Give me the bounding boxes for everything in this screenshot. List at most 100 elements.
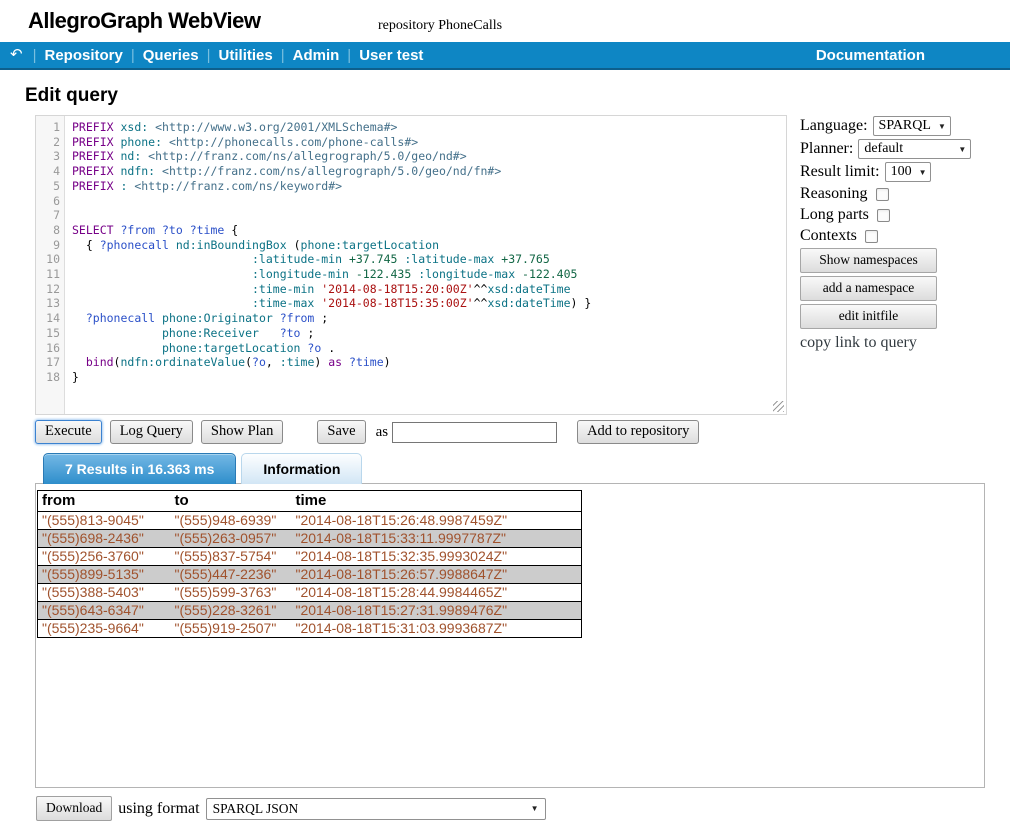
action-row: Execute Log Query Show Plan Save as Add … bbox=[35, 420, 707, 444]
nav-item-admin[interactable]: Admin bbox=[293, 47, 340, 64]
table-cell: "2014-08-18T15:27:31.9989476Z" bbox=[292, 602, 582, 620]
language-label: Language: bbox=[800, 117, 868, 135]
line-number: 17 bbox=[36, 355, 60, 370]
chevron-down-icon: ▼ bbox=[958, 145, 966, 154]
show-plan-button[interactable]: Show Plan bbox=[201, 420, 283, 444]
result-limit-select[interactable]: 100 ▼ bbox=[885, 162, 932, 182]
line-number: 15 bbox=[36, 326, 60, 341]
table-header-row: fromtotime bbox=[38, 491, 582, 512]
table-cell: "(555)643-6347" bbox=[38, 602, 171, 620]
editor-gutter: 123456789101112131415161718 bbox=[36, 116, 65, 414]
log-query-button[interactable]: Log Query bbox=[110, 420, 193, 444]
webview-app: AllegroGraph WebView repository PhoneCal… bbox=[0, 0, 1010, 839]
nav-item-utilities[interactable]: Utilities bbox=[219, 47, 273, 64]
table-cell: "(555)256-3760" bbox=[38, 548, 171, 566]
table-cell: "(555)599-3763" bbox=[171, 584, 292, 602]
line-number: 9 bbox=[36, 238, 60, 253]
line-number: 14 bbox=[36, 311, 60, 326]
editor-resize-grip[interactable] bbox=[773, 401, 784, 412]
table-cell: "(555)698-2436" bbox=[38, 530, 171, 548]
tab-results[interactable]: 7 Results in 16.363 ms bbox=[43, 453, 236, 484]
code-line: :time-min '2014-08-18T15:20:00Z'^^xsd:da… bbox=[72, 282, 591, 297]
contexts-checkbox[interactable] bbox=[865, 230, 878, 243]
add-to-repository-button[interactable]: Add to repository bbox=[577, 420, 699, 444]
code-line: PREFIX : <http://franz.com/ns/keyword#> bbox=[72, 179, 591, 194]
table-cell: "2014-08-18T15:26:57.9988647Z" bbox=[292, 566, 582, 584]
save-as-label: as bbox=[376, 424, 389, 441]
table-cell: "2014-08-18T15:26:48.9987459Z" bbox=[292, 512, 582, 530]
page-title: Edit query bbox=[25, 85, 118, 107]
line-number: 11 bbox=[36, 267, 60, 282]
nav-item-documentation[interactable]: Documentation bbox=[816, 47, 925, 64]
reasoning-label: Reasoning bbox=[800, 185, 868, 203]
code-line: PREFIX ndfn: <http://franz.com/ns/allegr… bbox=[72, 164, 591, 179]
results-tabs: 7 Results in 16.363 ms Information bbox=[43, 453, 362, 484]
show-namespaces-button[interactable]: Show namespaces bbox=[800, 248, 937, 273]
long-parts-checkbox[interactable] bbox=[877, 209, 890, 222]
code-line: bind(ndfn:ordinateValue(?o, :time) as ?t… bbox=[72, 355, 591, 370]
code-line: ?phonecall phone:Originator ?from ; bbox=[72, 311, 591, 326]
table-cell: "(555)837-5754" bbox=[171, 548, 292, 566]
nav-separator: | bbox=[131, 47, 135, 64]
repository-label: repository PhoneCalls bbox=[378, 18, 502, 34]
chevron-down-icon: ▼ bbox=[531, 804, 539, 813]
line-number: 2 bbox=[36, 135, 60, 150]
result-limit-value: 100 bbox=[891, 164, 912, 180]
edit-initfile-button[interactable]: edit initfile bbox=[800, 304, 937, 329]
line-number: 6 bbox=[36, 194, 60, 209]
language-row: Language: SPARQL ▼ bbox=[800, 116, 990, 136]
add-namespace-button[interactable]: add a namespace bbox=[800, 276, 937, 301]
table-row: "(555)388-5403""(555)599-3763""2014-08-1… bbox=[38, 584, 582, 602]
line-number: 10 bbox=[36, 252, 60, 267]
using-format-label: using format bbox=[118, 800, 199, 818]
planner-select[interactable]: default ▼ bbox=[858, 139, 971, 159]
code-line: } bbox=[72, 370, 591, 385]
table-cell: "2014-08-18T15:31:03.9993687Z" bbox=[292, 620, 582, 638]
results-table: fromtotime "(555)813-9045""(555)948-6939… bbox=[37, 490, 582, 638]
table-cell: "(555)228-3261" bbox=[171, 602, 292, 620]
table-cell: "(555)919-2507" bbox=[171, 620, 292, 638]
code-line: PREFIX nd: <http://franz.com/ns/allegrog… bbox=[72, 149, 591, 164]
result-limit-row: Result limit: 100 ▼ bbox=[800, 162, 990, 182]
long-parts-row: Long parts bbox=[800, 206, 990, 224]
column-header-to: to bbox=[171, 491, 292, 512]
execute-button[interactable]: Execute bbox=[35, 420, 102, 444]
download-row: Download using format SPARQL JSON ▼ bbox=[36, 796, 546, 821]
query-editor[interactable]: 123456789101112131415161718 PREFIX xsd: … bbox=[35, 115, 787, 415]
download-button[interactable]: Download bbox=[36, 796, 112, 821]
chevron-down-icon: ▼ bbox=[938, 122, 946, 131]
chevron-down-icon: ▼ bbox=[919, 168, 927, 177]
planner-row: Planner: default ▼ bbox=[800, 139, 990, 159]
tab-information[interactable]: Information bbox=[241, 453, 362, 484]
line-number: 16 bbox=[36, 341, 60, 356]
format-select[interactable]: SPARQL JSON ▼ bbox=[206, 798, 546, 820]
nav-item-user-test[interactable]: User test bbox=[359, 47, 423, 64]
code-line: PREFIX xsd: <http://www.w3.org/2001/XMLS… bbox=[72, 120, 591, 135]
code-line: :longitude-min -122.435 :longitude-max -… bbox=[72, 267, 591, 282]
line-number: 8 bbox=[36, 223, 60, 238]
table-row: "(555)813-9045""(555)948-6939""2014-08-1… bbox=[38, 512, 582, 530]
nav-item-queries[interactable]: Queries bbox=[143, 47, 199, 64]
save-button[interactable]: Save bbox=[317, 420, 365, 444]
nav-bar: ↶ |Repository|Queries|Utilities|Admin|Us… bbox=[0, 42, 1010, 70]
table-cell: "(555)948-6939" bbox=[171, 512, 292, 530]
result-limit-label: Result limit: bbox=[800, 163, 880, 181]
table-cell: "(555)899-5135" bbox=[38, 566, 171, 584]
line-number: 3 bbox=[36, 149, 60, 164]
copy-link-to-query[interactable]: copy link to query bbox=[800, 334, 990, 352]
back-arrow-icon[interactable]: ↶ bbox=[10, 45, 23, 63]
language-select[interactable]: SPARQL ▼ bbox=[873, 116, 951, 136]
table-cell: "(555)263-0957" bbox=[171, 530, 292, 548]
save-name-input[interactable] bbox=[392, 422, 557, 443]
reasoning-checkbox[interactable] bbox=[876, 188, 889, 201]
table-row: "(555)899-5135""(555)447-2236""2014-08-1… bbox=[38, 566, 582, 584]
table-row: "(555)235-9664""(555)919-2507""2014-08-1… bbox=[38, 620, 582, 638]
editor-code: PREFIX xsd: <http://www.w3.org/2001/XMLS… bbox=[65, 116, 591, 414]
line-number: 18 bbox=[36, 370, 60, 385]
column-header-time: time bbox=[292, 491, 582, 512]
query-options-panel: Language: SPARQL ▼ Planner: default ▼ Re… bbox=[800, 116, 990, 352]
line-number: 5 bbox=[36, 179, 60, 194]
nav-item-repository[interactable]: Repository bbox=[44, 47, 122, 64]
line-number: 12 bbox=[36, 282, 60, 297]
code-line: :time-max '2014-08-18T15:35:00Z'^^xsd:da… bbox=[72, 296, 591, 311]
